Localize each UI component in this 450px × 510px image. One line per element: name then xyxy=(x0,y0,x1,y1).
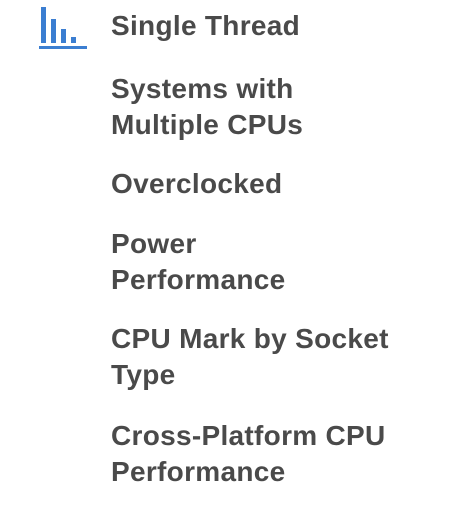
menu-item-label: CPU Mark by Socket Type xyxy=(111,323,389,390)
menu-item-label: Single Thread xyxy=(111,10,301,41)
menu-item-power-performance[interactable]: Power Performance xyxy=(111,226,301,298)
menu-item-label: Overclocked xyxy=(111,168,283,199)
chart-category-menu: Single Thread Systems with Multiple CPUs… xyxy=(0,0,450,510)
menu-item-label: Power Performance xyxy=(111,228,286,295)
menu-item-multiple-cpus[interactable]: Systems with Multiple CPUs xyxy=(111,71,311,143)
menu-item-overclocked[interactable]: Overclocked xyxy=(111,166,431,202)
menu-item-label: Cross-Platform CPU Performance xyxy=(111,420,386,487)
menu-item-cross-platform-cpu-performance[interactable]: Cross-Platform CPU Performance xyxy=(111,418,411,490)
menu-item-cpu-mark-by-socket-type[interactable]: CPU Mark by Socket Type xyxy=(111,321,411,393)
bar-chart-icon xyxy=(39,7,87,49)
menu-item-label: Systems with Multiple CPUs xyxy=(111,73,304,140)
menu-item-single-thread[interactable]: Single Thread xyxy=(111,8,431,44)
